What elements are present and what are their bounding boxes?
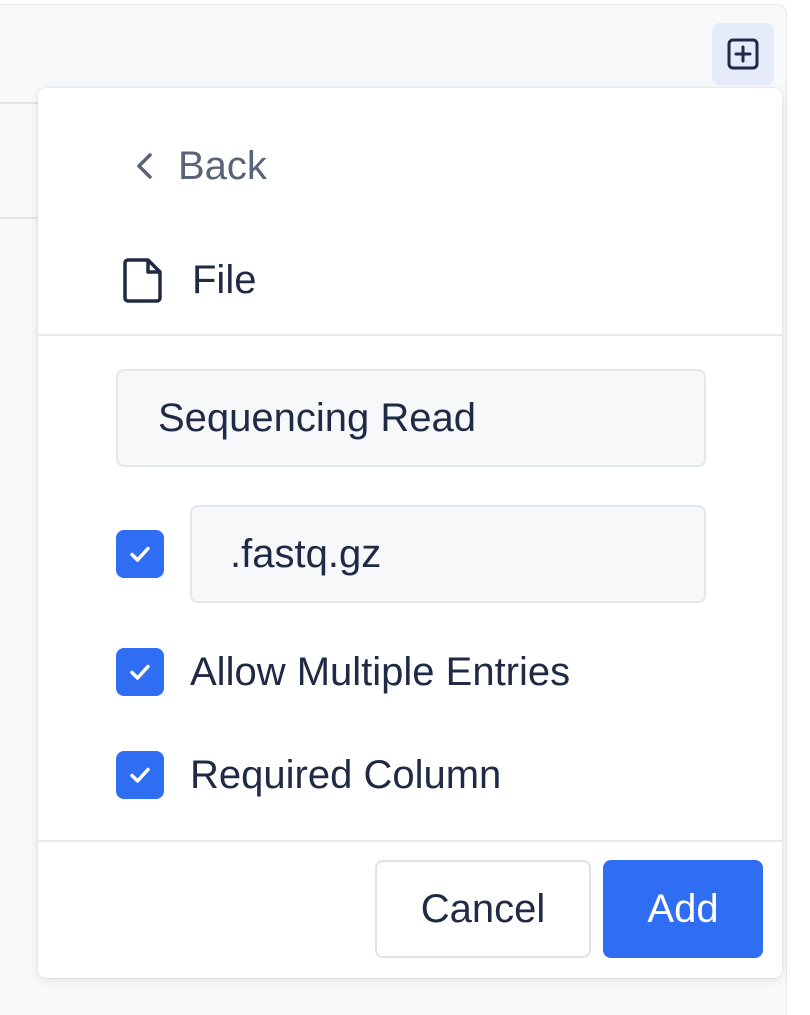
add-button[interactable]: Add	[603, 860, 763, 958]
column-name-input[interactable]	[116, 369, 706, 467]
add-column-button[interactable]	[712, 23, 774, 85]
chevron-left-icon	[137, 153, 152, 179]
required-column-checkbox[interactable]	[116, 751, 164, 799]
column-type: File	[122, 252, 256, 308]
checkmark-icon	[130, 546, 150, 562]
column-type-label: File	[192, 257, 257, 302]
allow-multiple-checkbox[interactable]	[116, 648, 164, 696]
cancel-button[interactable]: Cancel	[375, 860, 591, 958]
divider	[38, 334, 782, 336]
allow-multiple-label[interactable]: Allow Multiple Entries	[190, 648, 570, 696]
checkmark-icon	[130, 767, 150, 783]
file-icon	[123, 258, 162, 303]
checkmark-icon	[130, 664, 150, 680]
back-button[interactable]: Back	[134, 138, 267, 194]
divider	[38, 840, 782, 842]
plus-square-icon	[727, 38, 759, 70]
extension-checkbox[interactable]	[116, 530, 164, 578]
back-label: Back	[178, 143, 267, 188]
add-column-popover: Back File Allow Multiple Entries Require…	[38, 88, 782, 978]
required-column-label[interactable]: Required Column	[190, 751, 501, 799]
table-row-divider	[0, 217, 40, 219]
file-extension-input[interactable]	[190, 505, 706, 603]
table-row-divider	[0, 102, 40, 104]
